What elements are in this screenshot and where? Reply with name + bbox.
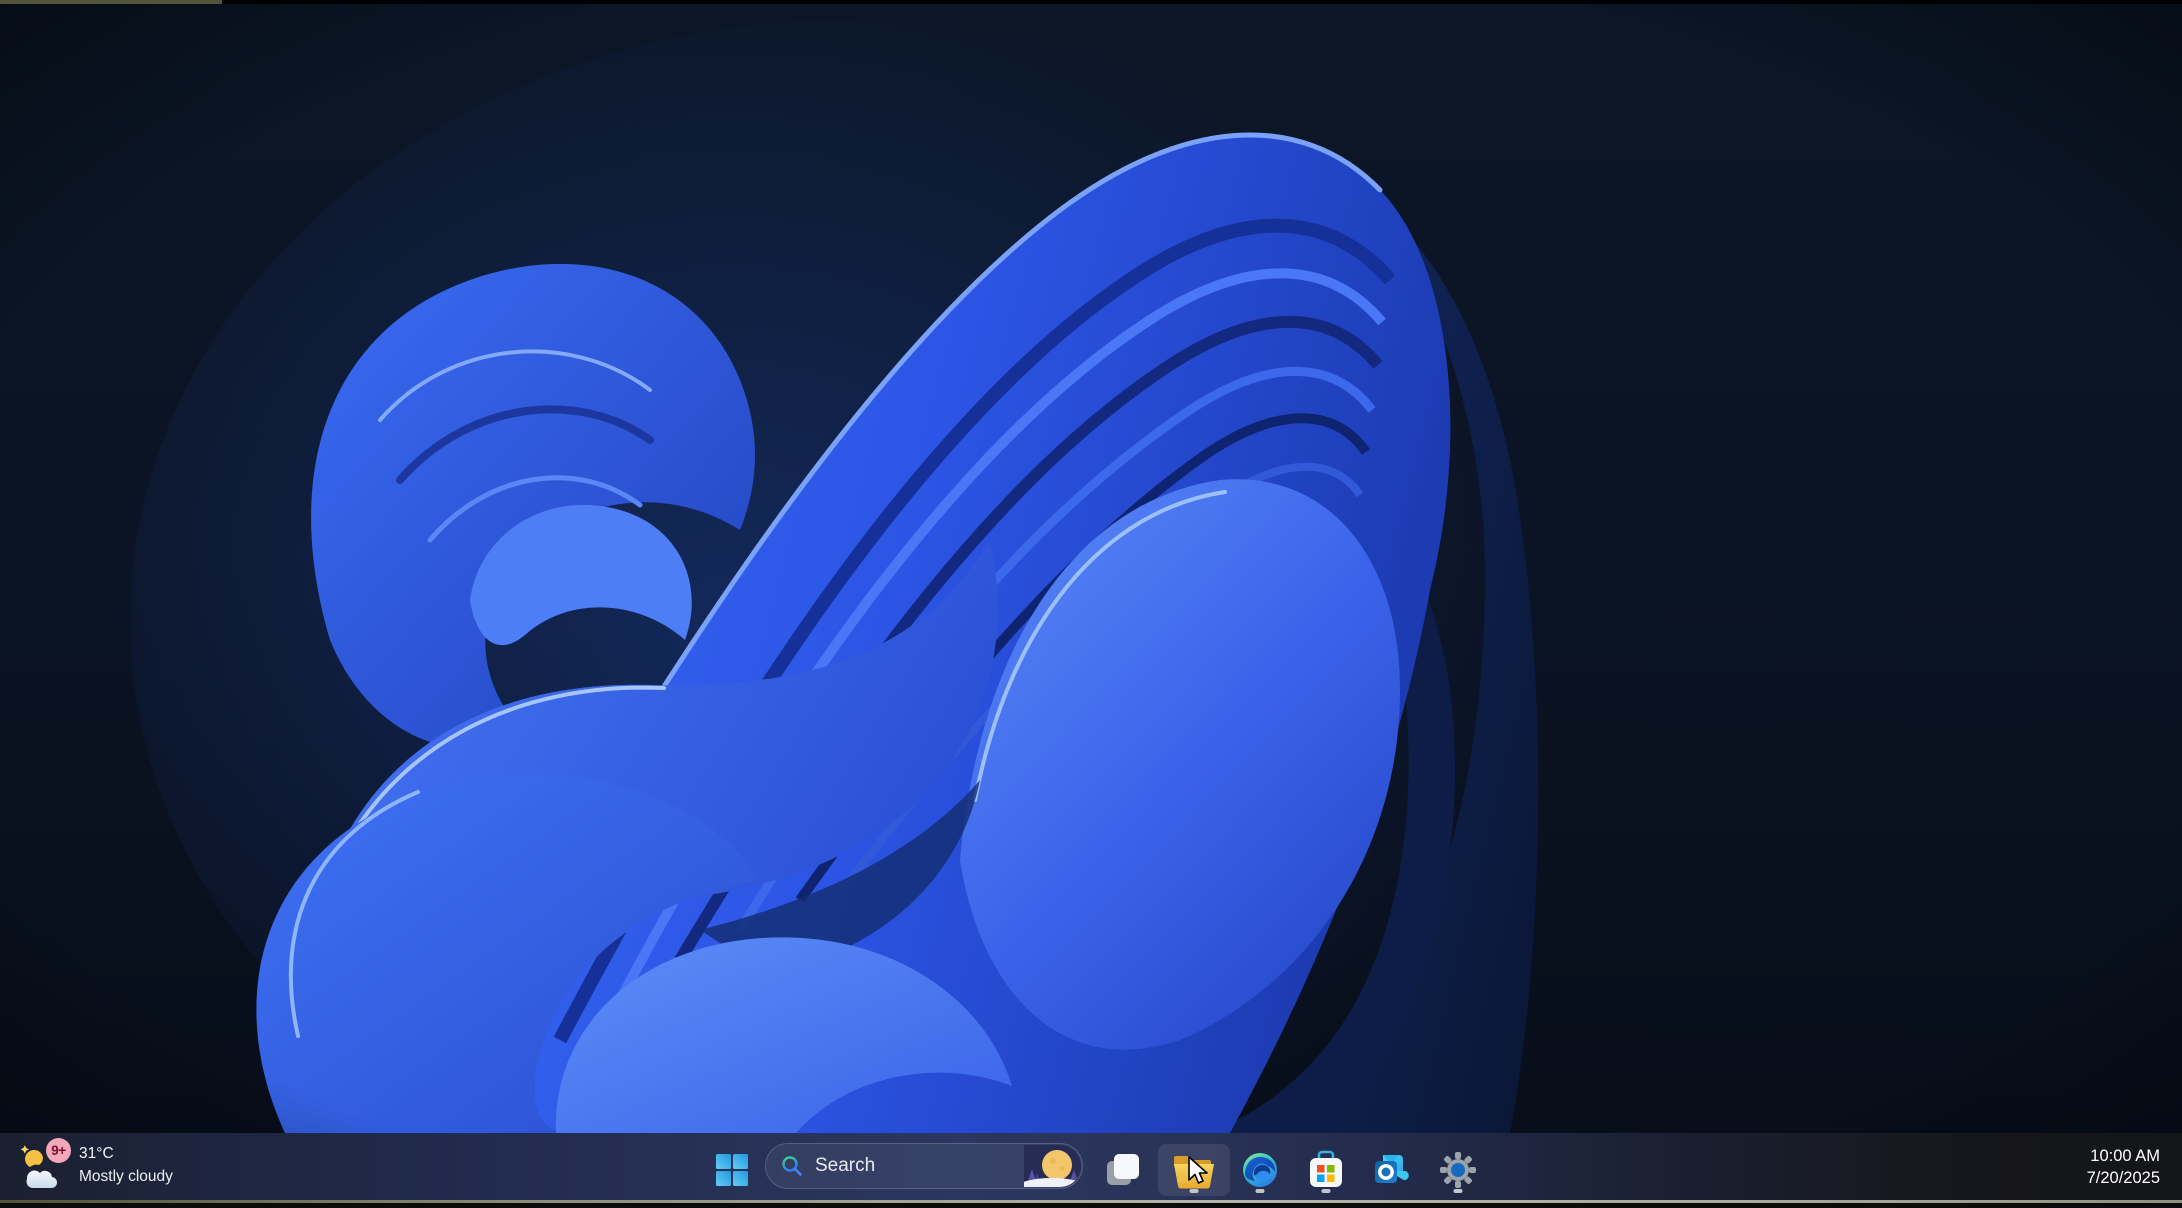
running-indicator (1189, 1189, 1199, 1193)
bing-daily-image (1024, 1145, 1081, 1187)
taskbar-app-edge[interactable] (1228, 1144, 1292, 1196)
search-box[interactable]: Search (765, 1143, 1083, 1189)
top-edge-artifact (0, 0, 2182, 4)
weather-alert-badge: 9+ (46, 1138, 71, 1163)
weather-widget-button[interactable]: 9+ 31°C Mostly cloudy (8, 1137, 240, 1199)
settings-gear-icon (1440, 1152, 1476, 1188)
mouse-cursor (1188, 1156, 1208, 1184)
edge-icon (1243, 1153, 1277, 1187)
weather-condition: Mostly cloudy (79, 1168, 173, 1185)
wallpaper-bloom-image (0, 0, 2182, 1208)
store-icon (1310, 1150, 1342, 1187)
running-indicator (1321, 1189, 1331, 1193)
taskbar-app-store[interactable] (1294, 1144, 1358, 1196)
taskbar-app-file-explorer[interactable] (1158, 1144, 1230, 1196)
tray-date: 7/20/2025 (2086, 1169, 2160, 1187)
tray-time: 10:00 AM (2090, 1147, 2160, 1165)
start-button[interactable] (706, 1144, 758, 1196)
windows-logo-icon (716, 1154, 748, 1186)
desktop[interactable]: 9+ 31°C Mostly cloudy Search 10:00 AM 7/… (0, 0, 2182, 1208)
taskbar-app-outlook[interactable] (1359, 1144, 1423, 1196)
taskbar: 9+ 31°C Mostly cloudy Search 10:00 AM 7/… (0, 1133, 2182, 1200)
magnifier-icon (782, 1156, 802, 1176)
weather-temperature: 31°C (79, 1145, 114, 1162)
taskbar-app-task-view[interactable] (1090, 1144, 1154, 1196)
outlook-icon (1375, 1155, 1409, 1183)
running-indicator (1453, 1189, 1463, 1193)
clock-tray-button[interactable]: 10:00 AM 7/20/2025 (2056, 1141, 2160, 1193)
task-view-icon (1107, 1154, 1139, 1185)
taskbar-app-settings[interactable] (1426, 1144, 1490, 1196)
bottom-edge-dark-strip (0, 1203, 2182, 1208)
running-indicator (1255, 1189, 1265, 1193)
